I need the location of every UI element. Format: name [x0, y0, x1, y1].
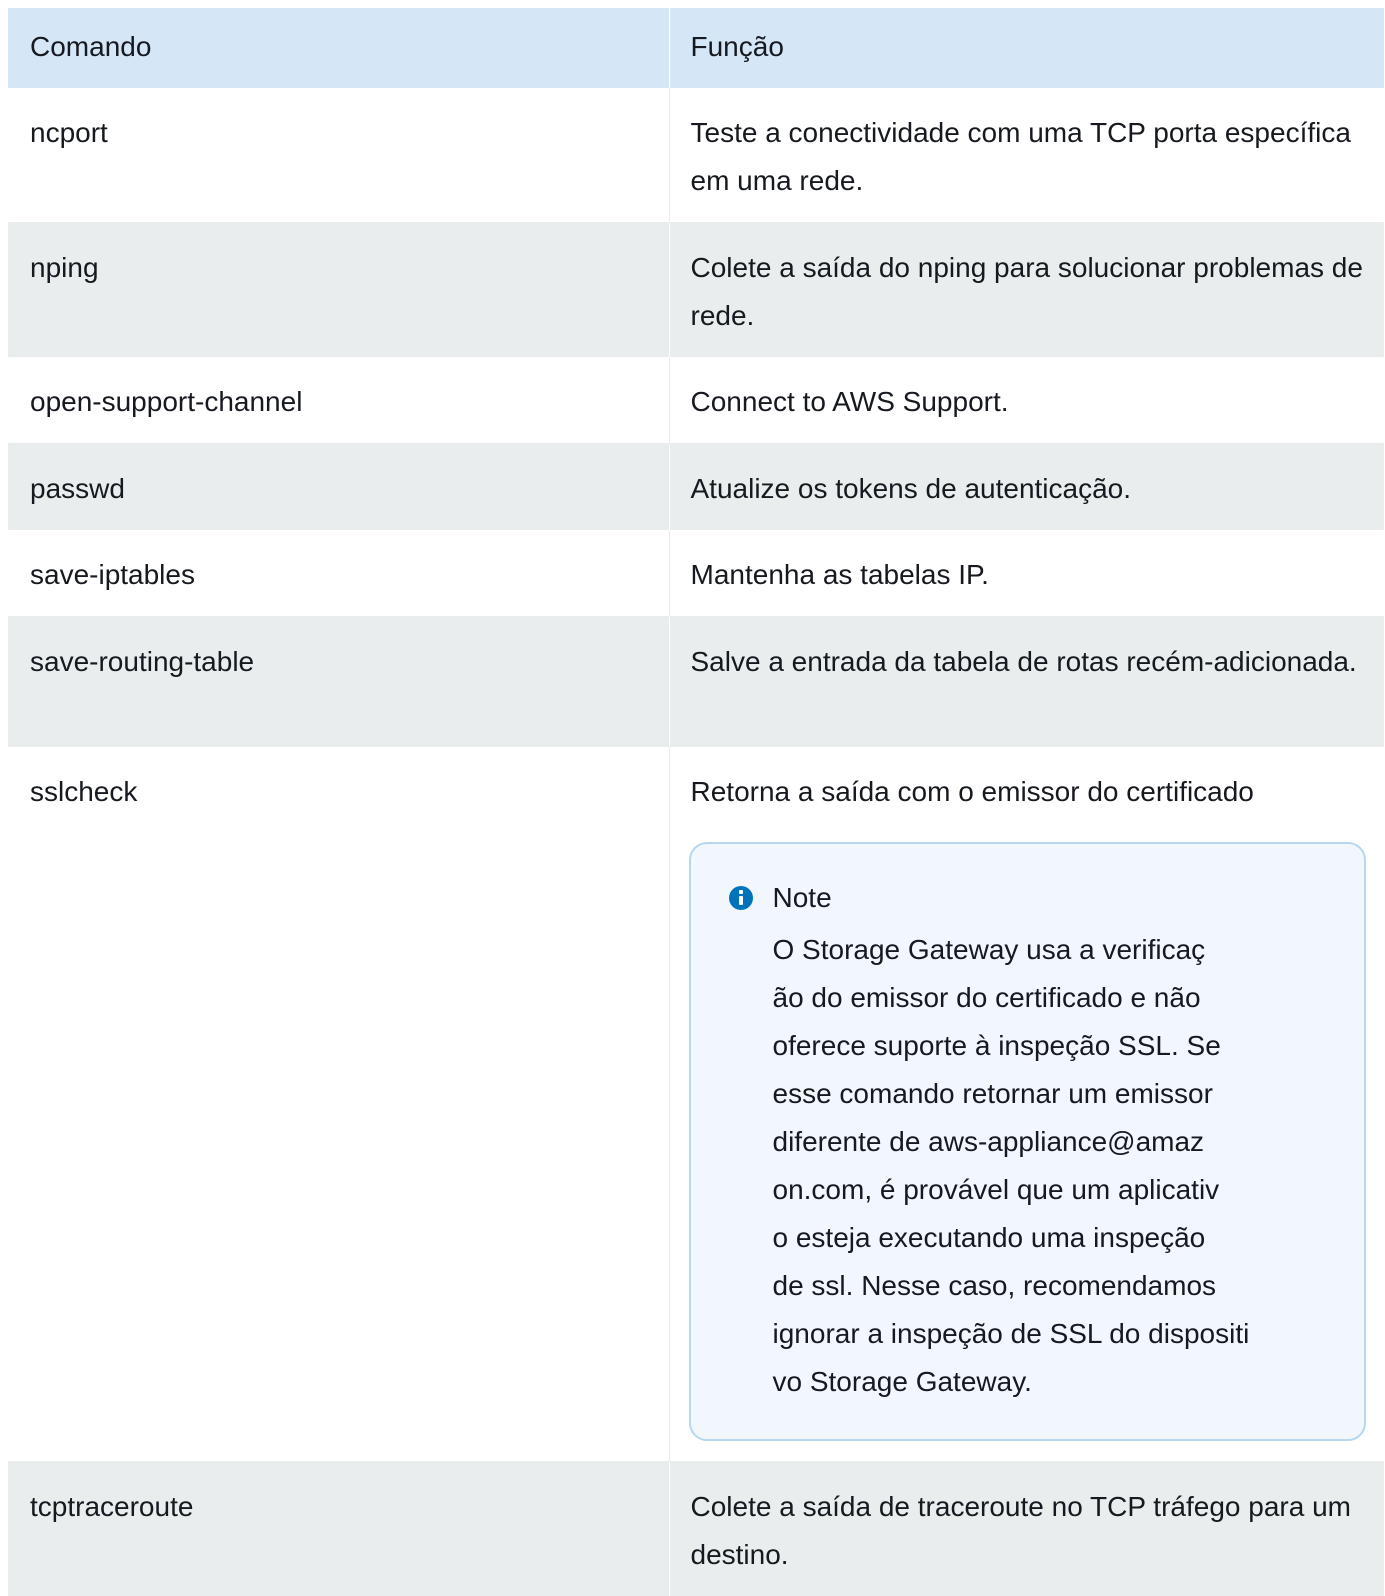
table-row: sslcheck Retorna a saída com o emissor d…	[8, 746, 1384, 1462]
command-cell: save-iptables	[8, 530, 669, 617]
note-title: Note	[772, 881, 832, 913]
command-cell: sslcheck	[8, 746, 669, 1462]
note-line: o esteja executando uma inspeção	[772, 1221, 1206, 1253]
function-cell: Mantenha as tabelas IP.	[668, 530, 1384, 617]
table-row: ncport Teste a conectividade com uma TCP…	[8, 88, 1384, 223]
note-line: diferente de aws-appliance@amaz	[772, 1125, 1205, 1157]
command-cell: passwd	[8, 443, 669, 530]
table-row: passwd Atualize os tokens de autenticaçã…	[8, 443, 1384, 530]
note-line: oferece suporte à inspeção SSL. Se	[772, 1029, 1221, 1061]
function-cell: Colete a saída do nping para solucionar …	[668, 222, 1384, 357]
note-line: esse comando retornar um emissor	[772, 1077, 1213, 1109]
note-header: Note	[728, 878, 1324, 918]
note-line: ignorar a inspeção de SSL do dispositi	[772, 1317, 1250, 1349]
commands-table-container: Comando Função ncport Teste a conectivid…	[8, 8, 1384, 1596]
function-cell: Atualize os tokens de autenticação.	[668, 443, 1384, 530]
function-cell: Retorna a saída com o emissor do certifi…	[668, 746, 1384, 1462]
note-callout: Note O Storage Gateway usa a verificaç ã…	[688, 841, 1366, 1441]
column-header-command: Comando	[8, 8, 669, 88]
info-icon	[728, 885, 753, 910]
note-line: vo Storage Gateway.	[772, 1365, 1032, 1397]
function-cell: Teste a conectividade com uma TCP porta …	[668, 88, 1384, 223]
table-row: nping Colete a saída do nping para soluc…	[8, 222, 1384, 357]
table-row: save-routing-table Salve a entrada da ta…	[8, 616, 1384, 747]
note-line: ão do emissor do certificado e não	[772, 981, 1201, 1013]
table-row: open-support-channel Connect to AWS Supp…	[8, 357, 1384, 444]
command-cell: tcptraceroute	[8, 1461, 669, 1596]
commands-table: Comando Função ncport Teste a conectivid…	[8, 8, 1384, 1596]
command-cell: nping	[8, 222, 669, 357]
table-row: tcptraceroute Colete a saída de tracerou…	[8, 1461, 1384, 1596]
command-cell: save-routing-table	[8, 616, 669, 747]
function-text: Retorna a saída com o emissor do certifi…	[690, 775, 1254, 807]
table-header-row: Comando Função	[8, 8, 1384, 88]
column-header-function: Função	[668, 8, 1384, 88]
note-line: O Storage Gateway usa a verificaç	[772, 933, 1206, 965]
function-cell: Salve a entrada da tabela de rotas recém…	[668, 616, 1384, 747]
function-cell: Colete a saída de traceroute no TCP tráf…	[668, 1461, 1384, 1596]
note-line: on.com, é provável que um aplicativ	[772, 1173, 1220, 1205]
command-cell: ncport	[8, 88, 669, 223]
command-cell: open-support-channel	[8, 357, 669, 444]
function-cell: Connect to AWS Support.	[668, 357, 1384, 444]
table-row: save-iptables Mantenha as tabelas IP.	[8, 530, 1384, 617]
note-line: de ssl. Nesse caso, recomendamos	[772, 1269, 1217, 1301]
note-body: O Storage Gateway usa a verificaç ão do …	[729, 926, 1293, 1406]
